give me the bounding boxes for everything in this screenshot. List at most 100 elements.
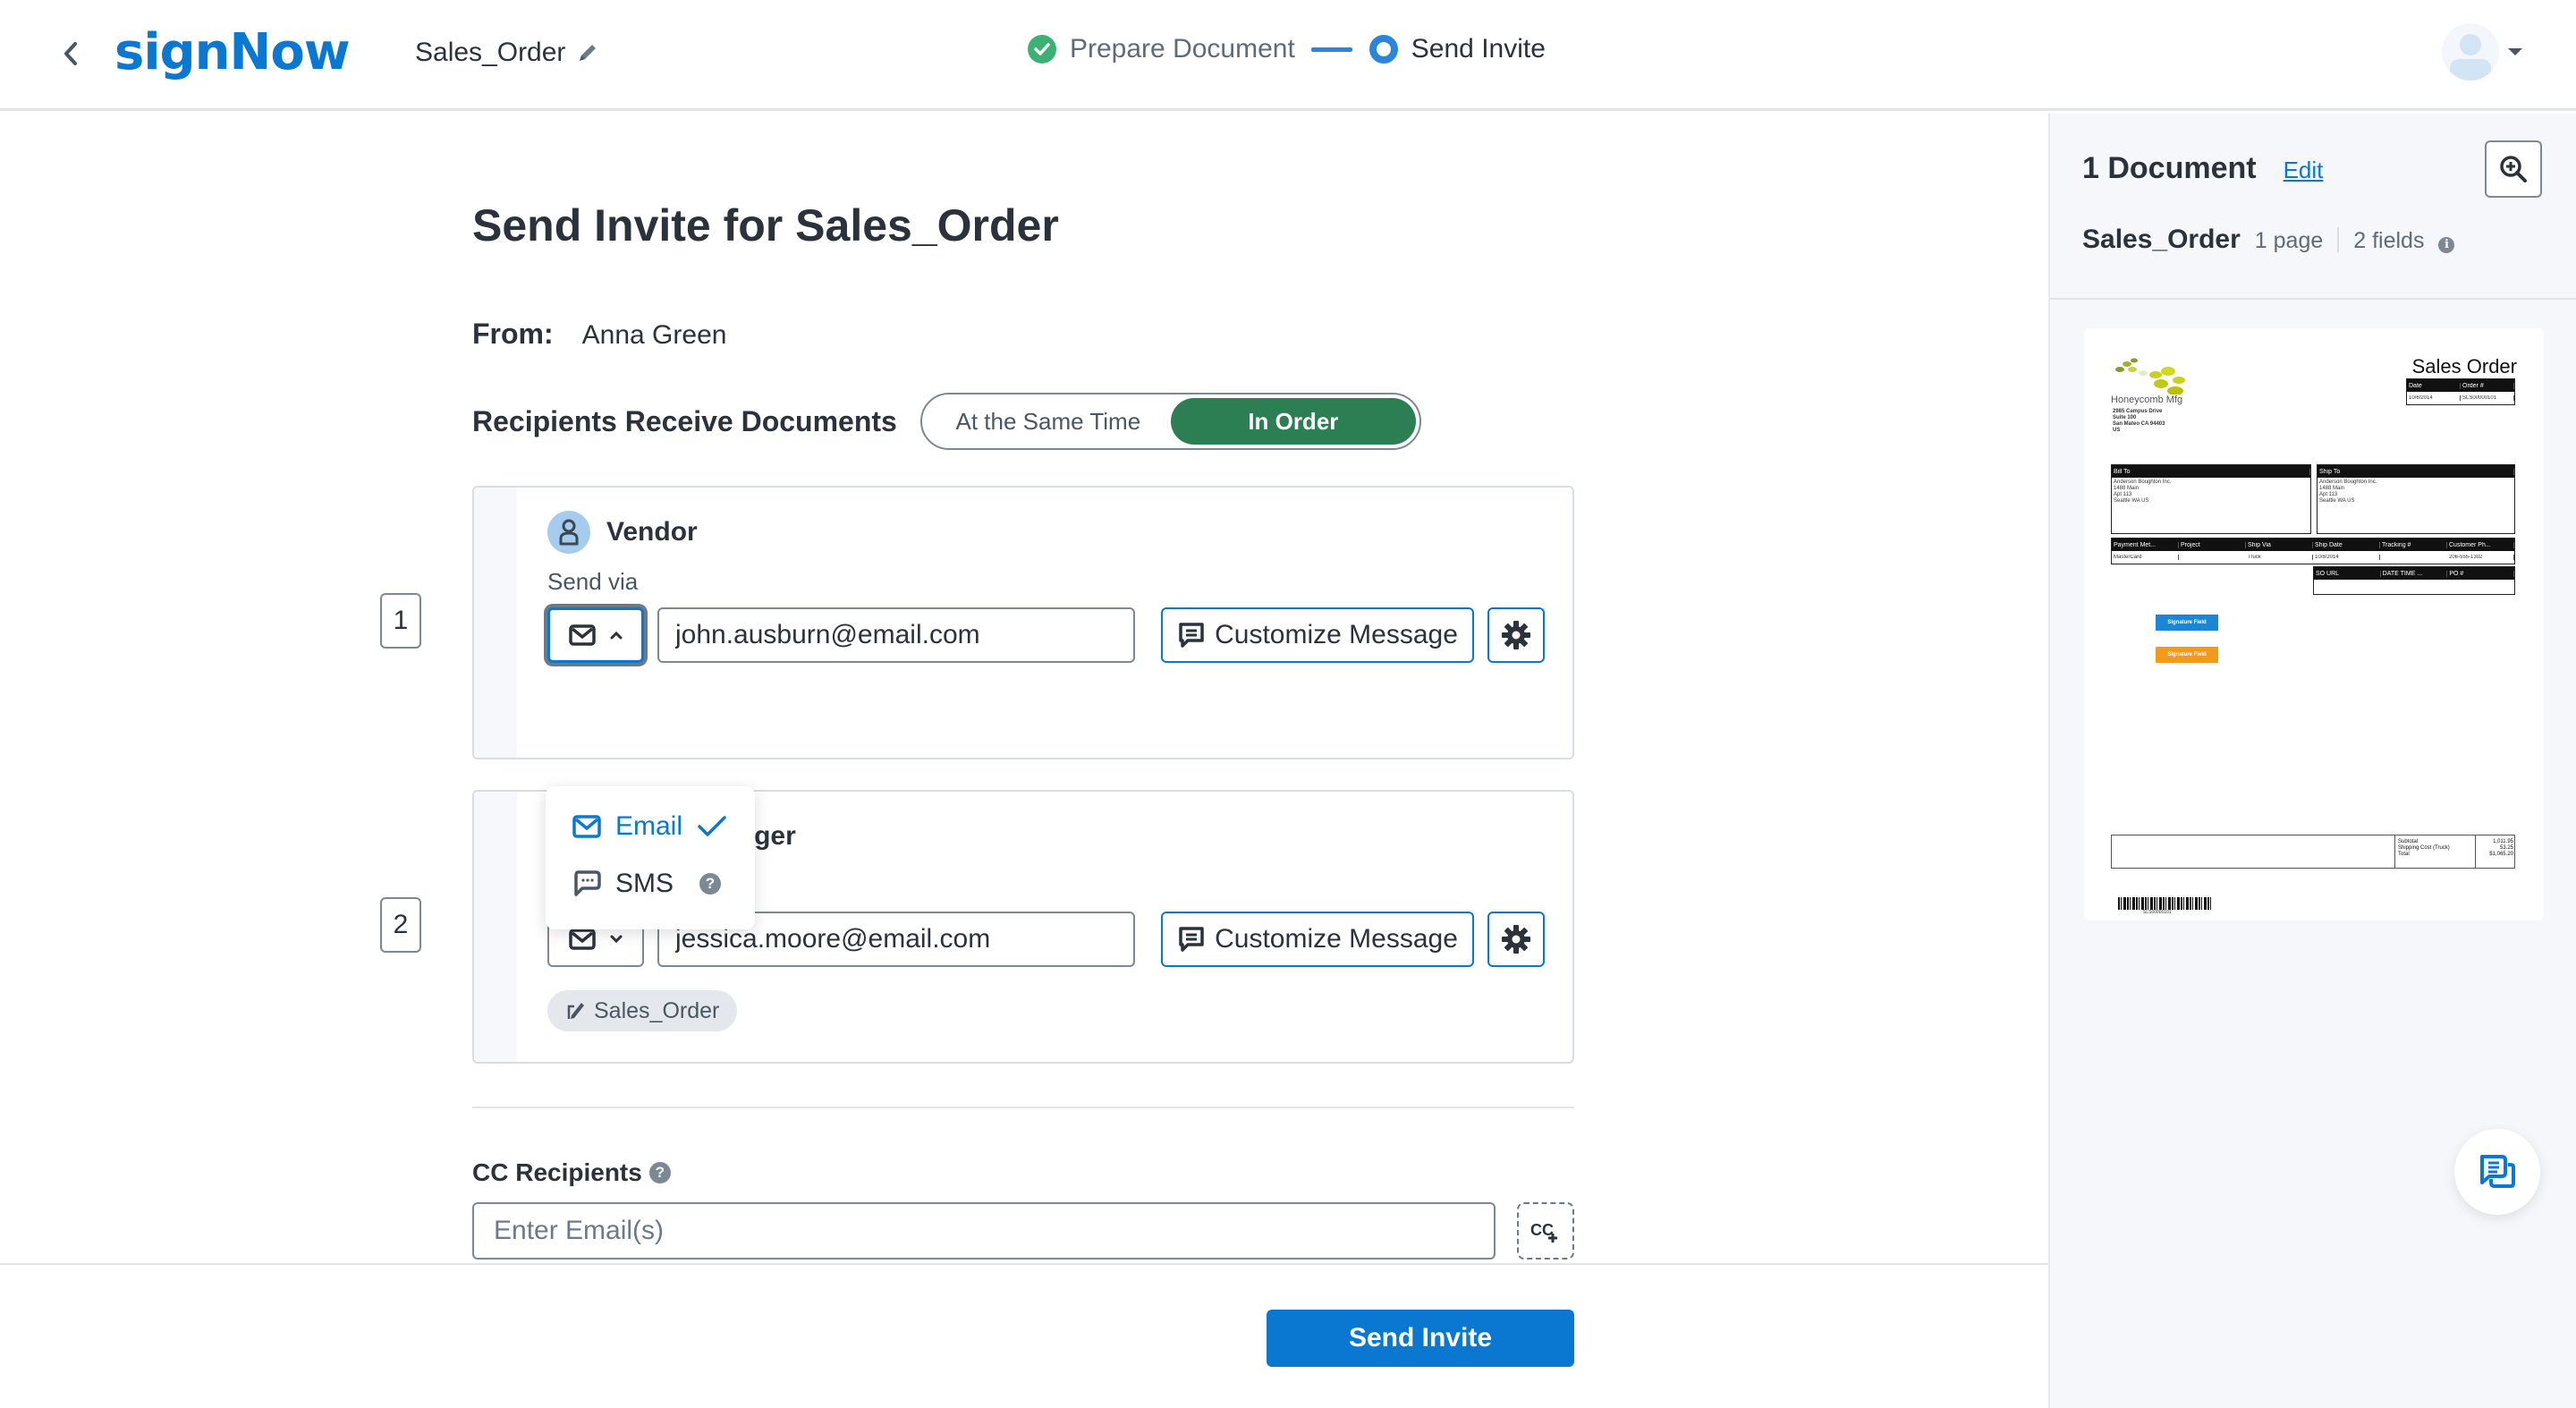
menu-item-email[interactable]: Email	[572, 811, 727, 842]
address-line: Seattle WA US	[2114, 498, 2149, 504]
envelope-icon	[569, 929, 596, 950]
address-line: 1488 Main	[2319, 486, 2345, 491]
cell: Subtotal	[2398, 839, 2419, 844]
recipient-settings-button[interactable]	[1487, 912, 1545, 967]
menu-item-label: SMS	[615, 869, 674, 898]
checkmark-icon	[698, 816, 726, 836]
cell: Order #	[2461, 382, 2514, 389]
cell: Project	[2179, 541, 2246, 548]
menu-item-sms[interactable]: SMS ?	[572, 869, 721, 899]
cell: $1,065.20	[2489, 852, 2513, 857]
recipient-order-input[interactable]: 1	[380, 593, 421, 649]
thumb-company-name: Honeycomb Mfg	[2111, 394, 2183, 405]
toggle-same-time[interactable]: At the Same Time	[926, 398, 1171, 445]
cc-email-input[interactable]	[472, 1202, 1496, 1260]
cell: Ship Date	[2313, 541, 2380, 548]
document-name-text: Sales_Order	[415, 38, 566, 67]
cell: MasterCard	[2112, 555, 2179, 560]
signing-order-row: Recipients Receive Documents At the Same…	[472, 393, 1421, 450]
footer-bar: Send Invite	[0, 1263, 2048, 1408]
section-divider	[472, 1107, 1574, 1108]
cell: Ship Via	[2246, 541, 2313, 548]
step-send-invite[interactable]: Send Invite	[1368, 34, 1546, 64]
address-line: San Mateo CA 94403	[2113, 421, 2165, 427]
info-icon[interactable]: i	[2438, 236, 2455, 253]
zoom-preview-button[interactable]	[2485, 140, 2542, 198]
cell: DATE TIME ...	[2381, 570, 2448, 577]
edit-documents-link[interactable]: Edit	[2284, 157, 2324, 184]
barcode-text: SLS00000101	[2143, 910, 2172, 915]
cell: 206-555-1302	[2447, 555, 2514, 560]
signature-field-orange: Signature Field	[2156, 647, 2218, 663]
sidebar-document-name: Sales_Order	[2082, 225, 2241, 254]
address-line: US	[2113, 428, 2121, 433]
address-line: 1488 Main	[2114, 486, 2140, 491]
progress-stepper: Prepare Document Send Invite	[1027, 34, 1546, 64]
address-line: Seattle WA US	[2319, 498, 2355, 504]
help-icon[interactable]: ?	[648, 1162, 671, 1183]
help-icon[interactable]: ?	[699, 873, 721, 895]
customize-message-button[interactable]: Customize Message	[1161, 607, 1474, 663]
from-label: From:	[472, 318, 554, 350]
chat-bubble-icon	[574, 870, 601, 896]
company-logo-icon	[2115, 358, 2185, 394]
field-count: 2 fields	[2353, 228, 2425, 253]
signnow-logo[interactable]: signNow	[114, 23, 351, 81]
sender-name: Anna Green	[581, 320, 727, 350]
cell: Customer Ph...	[2447, 541, 2514, 548]
barcode-icon	[2118, 897, 2211, 910]
address-line: 2985 Campus Drive	[2113, 409, 2163, 414]
thumb-date-table: Date Order # 10/6/2014 SLS00000101	[2406, 378, 2515, 405]
assigned-document-chip[interactable]: Sales_Order	[547, 990, 738, 1031]
signing-order-toggle: At the Same Time In Order	[919, 393, 1421, 450]
account-menu[interactable]	[2442, 23, 2522, 81]
chevron-up-icon	[610, 631, 623, 640]
cell: 53.25	[2499, 845, 2513, 851]
cell: SO URL	[2314, 570, 2381, 577]
document-thumbnail[interactable]: Honeycomb Mfg 2985 Campus Drive Suite 10…	[2084, 328, 2544, 920]
page-count: 1 page	[2254, 228, 2324, 253]
recipient-order-input[interactable]: 2	[380, 897, 421, 953]
step-prepare-document[interactable]: Prepare Document	[1027, 34, 1295, 64]
gear-icon	[1502, 925, 1530, 954]
recipient-settings-button[interactable]	[1487, 607, 1545, 663]
cell: Truck	[2246, 555, 2313, 560]
gear-icon	[1502, 621, 1530, 649]
delivery-method-menu: Email SMS ?	[546, 786, 755, 929]
signing-order-label: Recipients Receive Documents	[472, 404, 897, 437]
recipient-email-input[interactable]	[657, 607, 1135, 663]
support-chat-button[interactable]	[2454, 1129, 2540, 1215]
thumb-info2-table: SO URL DATE TIME ... PO #	[2313, 566, 2515, 595]
sidebar-divider	[2050, 298, 2576, 300]
delivery-method-dropdown[interactable]	[547, 607, 644, 663]
cc-label-text: CC Recipients	[472, 1158, 642, 1186]
cell: Tracking #	[2380, 541, 2447, 548]
chat-icon	[2480, 1155, 2515, 1188]
address-line: Anderson Boughton Inc.	[2114, 479, 2172, 485]
cell: SLS00000101	[2461, 395, 2514, 401]
envelope-icon	[572, 815, 601, 838]
send-invite-button[interactable]: Send Invite	[1267, 1310, 1574, 1367]
document-sign-icon	[567, 1003, 584, 1019]
cell: 10/8/2014	[2313, 555, 2380, 560]
customize-message-button[interactable]: Customize Message	[1161, 912, 1474, 967]
thumb-totals: Subtotal Shipping Cost (Truck) Total 1,0…	[2111, 835, 2515, 869]
thumb-company-address: 2985 Campus Drive Suite 100 San Mateo CA…	[2113, 409, 2165, 434]
step-label: Prepare Document	[1070, 34, 1295, 64]
message-icon	[1179, 623, 1204, 648]
step-label: Send Invite	[1411, 34, 1546, 64]
card-stripe	[474, 792, 517, 1062]
top-header: signNow Sales_Order Prepare Document Sen…	[0, 0, 2576, 111]
add-cc-button[interactable]: CC	[1517, 1202, 1574, 1260]
customize-message-label: Customize Message	[1215, 620, 1458, 649]
toggle-in-order[interactable]: In Order	[1170, 398, 1416, 445]
current-step-ring-icon	[1368, 35, 1398, 64]
meta-separator	[2337, 227, 2340, 252]
pencil-icon[interactable]	[576, 41, 599, 64]
back-button[interactable]	[57, 36, 84, 72]
menu-item-label: Email	[615, 811, 683, 841]
totals-labels: Subtotal Shipping Cost (Truck) Total	[2394, 835, 2475, 868]
sidebar-header: 1 Document Edit	[2082, 151, 2323, 186]
check-circle-icon	[1028, 35, 1056, 64]
role-avatar-icon	[547, 511, 590, 554]
